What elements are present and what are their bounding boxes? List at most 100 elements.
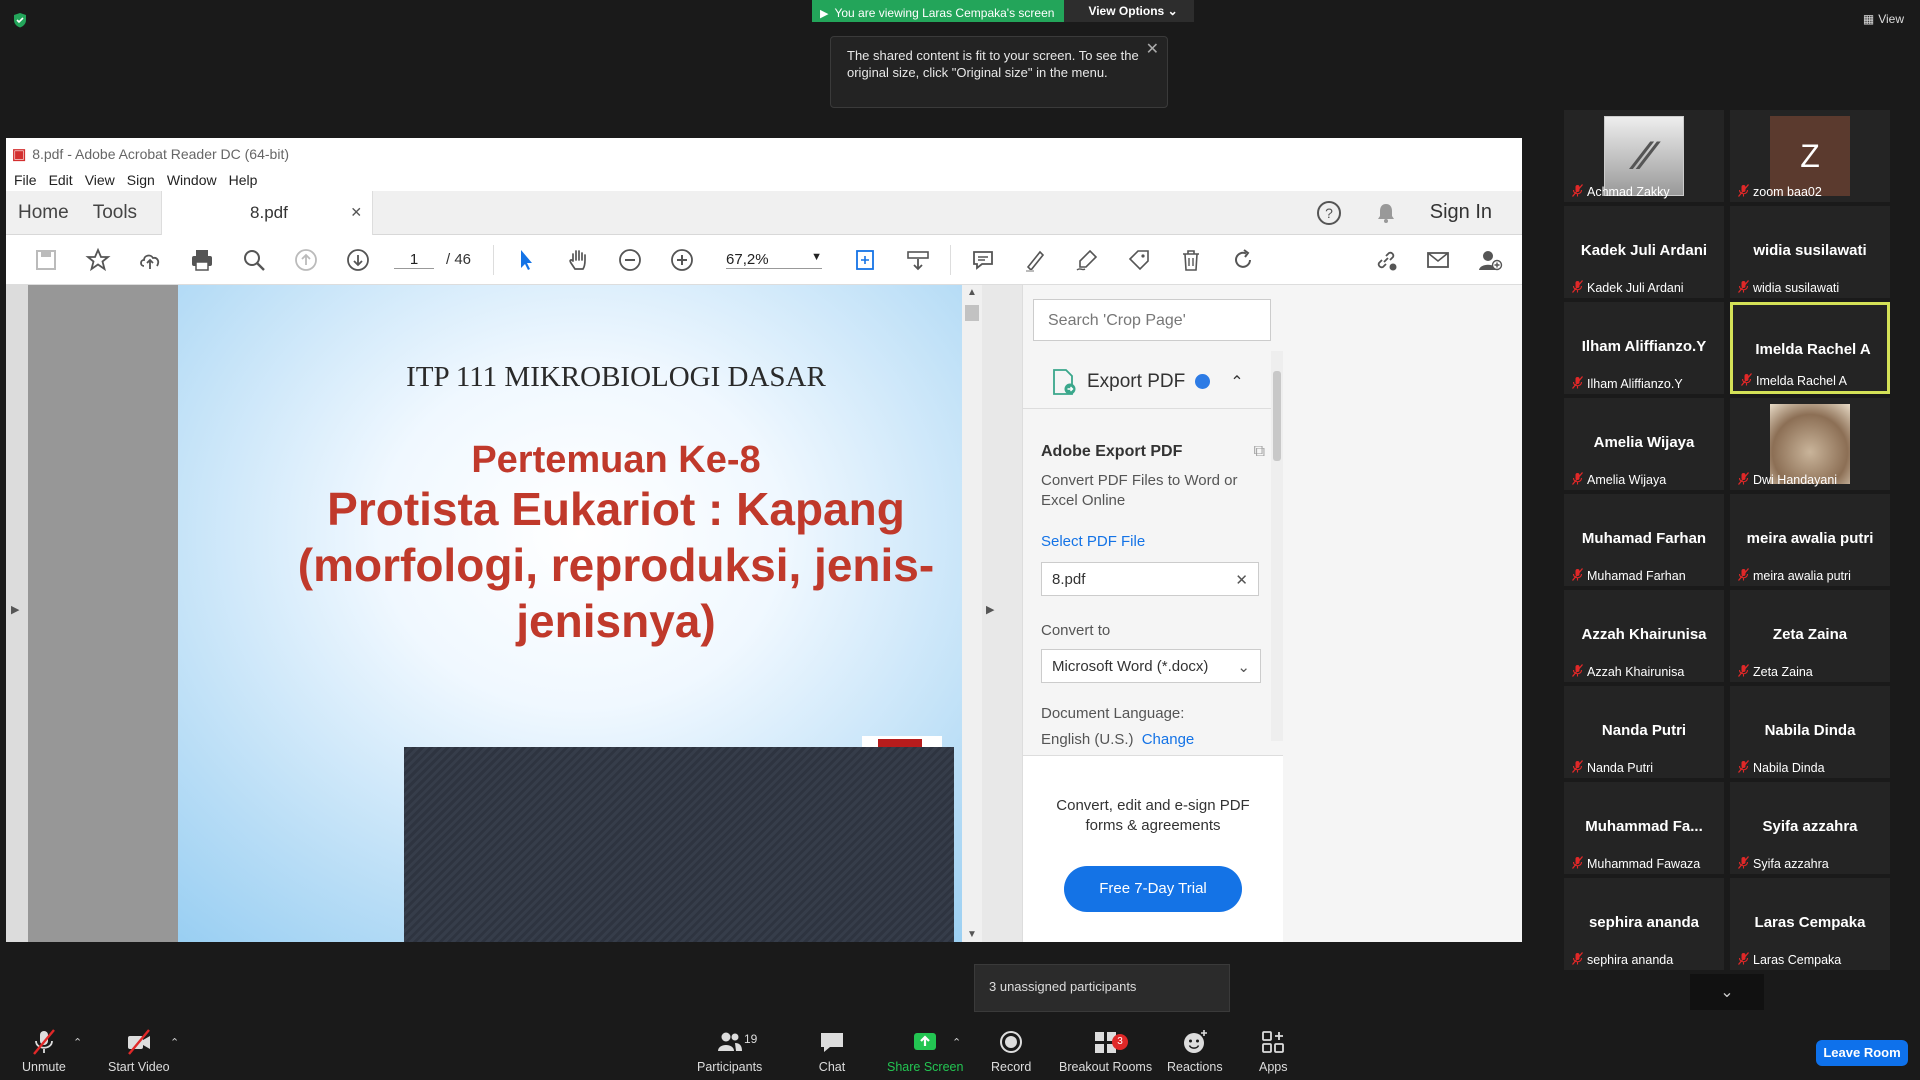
- participant-tile[interactable]: Ilham Aliffianzo.Y Ilham Aliffianzo.Y: [1564, 302, 1724, 394]
- zoom-search-icon[interactable]: [228, 235, 280, 285]
- zoom-out-icon[interactable]: [604, 235, 656, 285]
- notification-bell-icon[interactable]: [1374, 201, 1398, 225]
- expand-left-icon[interactable]: ▶: [11, 603, 19, 616]
- scroll-thumb[interactable]: [965, 305, 979, 321]
- format-select[interactable]: Microsoft Word (*.docx) ⌄: [1041, 649, 1261, 683]
- expand-right-icon[interactable]: ▶: [986, 603, 994, 616]
- participant-tile[interactable]: meira awalia putri meira awalia putri: [1730, 494, 1890, 586]
- participant-tile[interactable]: Azzah Khairunisa Azzah Khairunisa: [1564, 590, 1724, 682]
- copy-icon[interactable]: ⧉: [1254, 443, 1265, 461]
- document-viewport[interactable]: ▶ ITP 111 MIKROBIOLOGI DASAR Pertemuan K…: [6, 285, 1054, 942]
- participant-tile[interactable]: Zeta Zaina Zeta Zaina: [1730, 590, 1890, 682]
- menu-view[interactable]: View: [85, 172, 115, 188]
- participant-tile[interactable]: Amelia Wijaya Amelia Wijaya: [1564, 398, 1724, 490]
- participant-tile[interactable]: Nanda Putri Nanda Putri: [1564, 686, 1724, 778]
- upload-cloud-icon[interactable]: [124, 235, 176, 285]
- help-icon[interactable]: ?: [1316, 200, 1342, 226]
- select-cursor-icon[interactable]: [500, 235, 552, 285]
- meeting-controls-bar: Unmute ⌃ Start Video ⌃ Participants 19 C…: [0, 1018, 1920, 1080]
- menu-window[interactable]: Window: [167, 172, 217, 188]
- left-panel-collapsed[interactable]: ▶: [6, 285, 28, 942]
- record-button[interactable]: Record: [991, 1028, 1031, 1074]
- highlight-pen-icon[interactable]: [1009, 235, 1061, 285]
- apps-button[interactable]: Apps: [1259, 1028, 1288, 1074]
- clear-file-icon[interactable]: ✕: [1235, 571, 1248, 589]
- rotate-icon[interactable]: [1217, 235, 1269, 285]
- tab-document[interactable]: 8.pdf ✕: [161, 190, 374, 235]
- close-tab-icon[interactable]: ✕: [350, 204, 362, 221]
- add-user-icon[interactable]: [1464, 235, 1516, 285]
- hand-tool-icon[interactable]: [552, 235, 604, 285]
- comment-icon[interactable]: [957, 235, 1009, 285]
- menu-file[interactable]: File: [14, 172, 37, 188]
- scroll-up-icon[interactable]: ▲: [967, 287, 977, 298]
- collapse-chevron-icon[interactable]: ⌃: [1230, 372, 1243, 392]
- unmute-label: Unmute: [22, 1060, 66, 1074]
- fit-page-icon[interactable]: [840, 235, 892, 285]
- previous-page-icon[interactable]: [280, 235, 332, 285]
- menu-help[interactable]: Help: [229, 172, 258, 188]
- page-total: / 46: [446, 251, 472, 268]
- participant-tile[interactable]: Muhamad Farhan Muhamad Farhan: [1564, 494, 1724, 586]
- chat-button[interactable]: Chat: [818, 1028, 846, 1074]
- scroll-mode-icon[interactable]: [892, 235, 944, 285]
- video-options-chevron-icon[interactable]: ⌃: [170, 1036, 179, 1049]
- participant-tile[interactable]: Nabila Dinda Nabila Dinda: [1730, 686, 1890, 778]
- menu-sign[interactable]: Sign: [127, 172, 155, 188]
- start-video-button[interactable]: Start Video: [108, 1028, 170, 1074]
- gallery-next-page-button[interactable]: ⌄: [1690, 974, 1764, 1010]
- slide-meeting-number: Pertemuan Ke-8: [471, 439, 761, 481]
- view-layout-button[interactable]: ▦ View: [1863, 12, 1904, 26]
- close-icon[interactable]: ✕: [1146, 41, 1159, 58]
- share-options-chevron-icon[interactable]: ⌃: [952, 1036, 961, 1049]
- zoom-level-select[interactable]: 67,2% ▼: [726, 251, 823, 269]
- breakout-rooms-button[interactable]: Breakout Rooms: [1059, 1028, 1152, 1074]
- menu-edit[interactable]: Edit: [49, 172, 73, 188]
- change-language-link[interactable]: Change: [1142, 731, 1195, 748]
- participant-tile[interactable]: Imelda Rachel A Imelda Rachel A: [1730, 302, 1890, 394]
- mic-muted-icon: [1738, 472, 1749, 488]
- leave-room-button[interactable]: Leave Room: [1816, 1040, 1908, 1066]
- crop-page-search-input[interactable]: Search 'Crop Page': [1033, 299, 1271, 341]
- save-icon[interactable]: [20, 235, 72, 285]
- edit-tag-icon[interactable]: [1113, 235, 1165, 285]
- sign-in-button[interactable]: Sign In: [1430, 201, 1492, 224]
- pane-scrollbar[interactable]: [1271, 351, 1283, 741]
- select-pdf-file-link[interactable]: Select PDF File: [1041, 533, 1265, 550]
- participant-tile[interactable]: Dwi Handayani: [1730, 398, 1890, 490]
- delete-trash-icon[interactable]: [1165, 235, 1217, 285]
- export-pdf-header[interactable]: Export PDF ⌃: [1023, 355, 1283, 409]
- zoom-in-icon[interactable]: [656, 235, 708, 285]
- tab-tools[interactable]: Tools: [81, 202, 149, 224]
- sign-pen-icon[interactable]: [1061, 235, 1113, 285]
- pane-scroll-thumb[interactable]: [1273, 371, 1281, 461]
- mic-muted-icon: [1572, 760, 1583, 776]
- participant-tile[interactable]: Laras Cempaka Laras Cempaka: [1730, 878, 1890, 970]
- tab-home[interactable]: Home: [6, 202, 81, 224]
- participant-tile[interactable]: sephira ananda sephira ananda: [1564, 878, 1724, 970]
- share-screen-button[interactable]: Share Screen: [887, 1028, 963, 1074]
- scroll-down-icon[interactable]: ▼: [967, 929, 977, 940]
- participant-tile[interactable]: Syifa azzahra Syifa azzahra: [1730, 782, 1890, 874]
- print-icon[interactable]: [176, 235, 228, 285]
- security-shield-icon[interactable]: [12, 12, 28, 28]
- bookmark-star-icon[interactable]: [72, 235, 124, 285]
- share-link-icon[interactable]: [1360, 235, 1412, 285]
- participant-tile[interactable]: ∕∕ Achmad Zakky: [1564, 110, 1724, 202]
- view-options-button[interactable]: View Options ⌄: [1064, 0, 1194, 22]
- export-pdf-icon: [1053, 368, 1076, 395]
- audio-options-chevron-icon[interactable]: ⌃: [73, 1036, 82, 1049]
- vertical-scrollbar[interactable]: ▲ ▼: [962, 285, 982, 942]
- unmute-button[interactable]: Unmute: [22, 1028, 66, 1074]
- participant-tile[interactable]: Zzoom baa02: [1730, 110, 1890, 202]
- reactions-button[interactable]: Reactions: [1167, 1028, 1223, 1074]
- next-page-icon[interactable]: [332, 235, 384, 285]
- participant-tile[interactable]: widia susilawati widia susilawati: [1730, 206, 1890, 298]
- participant-tile[interactable]: Muhammad Fa... Muhammad Fawaza: [1564, 782, 1724, 874]
- email-icon[interactable]: [1412, 235, 1464, 285]
- participant-name: Laras Cempaka: [1753, 953, 1842, 967]
- page-number-input[interactable]: 1: [394, 251, 434, 269]
- selected-file-field[interactable]: 8.pdf ✕: [1041, 562, 1259, 596]
- participant-tile[interactable]: Kadek Juli Ardani Kadek Juli Ardani: [1564, 206, 1724, 298]
- free-trial-button[interactable]: Free 7-Day Trial: [1064, 866, 1242, 912]
